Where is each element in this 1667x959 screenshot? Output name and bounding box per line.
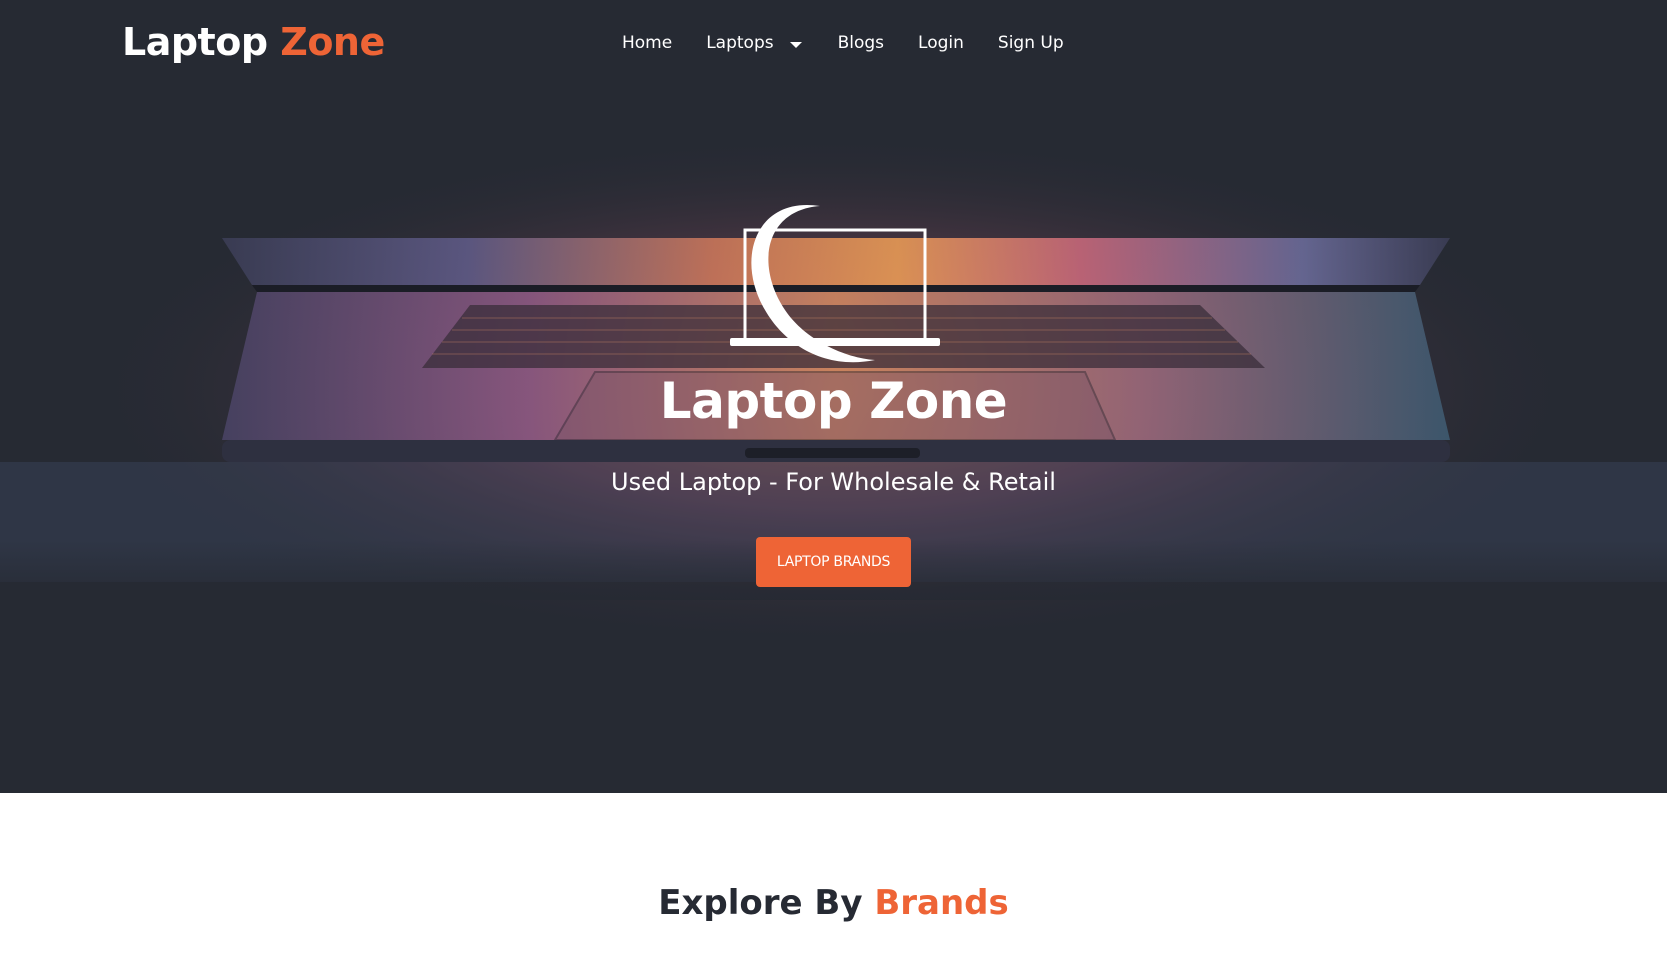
navbar: Laptop Zone Home Laptops Blogs Login Sig…	[0, 0, 1667, 90]
nav-blogs-link[interactable]: Blogs	[838, 33, 884, 53]
brand-accent-text: Zone	[280, 20, 385, 64]
laptop-brands-button[interactable]: LAPTOP BRANDS	[756, 537, 911, 587]
hero-subtitle: Used Laptop - For Wholesale & Retail	[611, 468, 1056, 496]
nav-laptops-label: Laptops	[706, 33, 774, 53]
hero-title: Laptop Zone	[659, 372, 1008, 430]
explore-title-primary: Explore By	[658, 883, 863, 923]
brand-logo[interactable]: Laptop Zone	[122, 20, 385, 64]
nav-login-link[interactable]: Login	[918, 33, 964, 53]
caret-down-icon	[789, 41, 802, 48]
nav-home-link[interactable]: Home	[622, 33, 672, 53]
hero-section: Laptop Zone Home Laptops Blogs Login Sig…	[0, 0, 1667, 793]
explore-title-accent: Brands	[874, 883, 1009, 923]
laptop-swoosh-icon	[730, 204, 940, 363]
nav-laptops-dropdown[interactable]: Laptops	[706, 33, 802, 53]
explore-title: Explore By Brands	[0, 883, 1667, 923]
nav-links: Home Laptops Blogs Login Sign Up	[622, 33, 1064, 53]
explore-section: Explore By Brands	[0, 793, 1667, 959]
brand-primary-text: Laptop	[122, 20, 268, 64]
nav-signup-link[interactable]: Sign Up	[998, 33, 1064, 53]
